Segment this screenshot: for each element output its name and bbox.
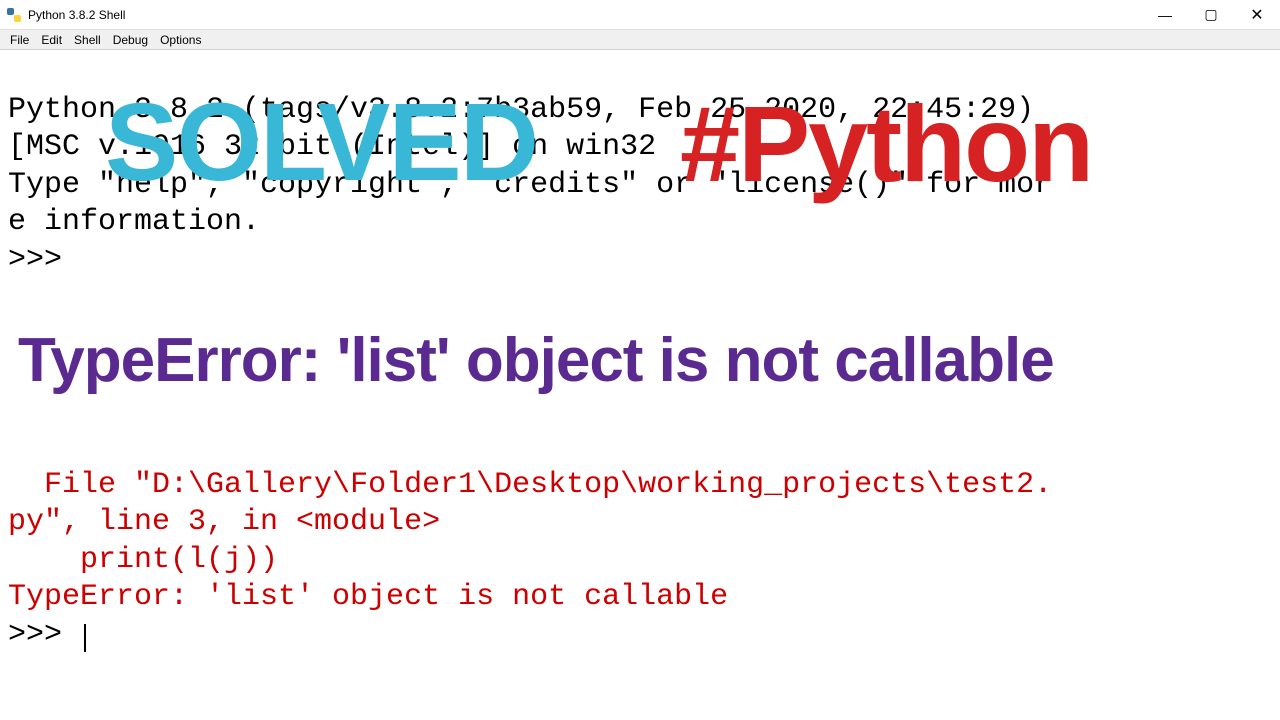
banner-line-3a: Type "help", "copyright", "credits" or "… (8, 168, 1052, 202)
maximize-button[interactable]: ▢ (1188, 0, 1234, 29)
close-button[interactable]: ✕ (1234, 0, 1280, 29)
traceback-file-line-a: File "D:\Gallery\Folder1\Desktop\working… (8, 468, 1052, 502)
menu-shell[interactable]: Shell (74, 33, 101, 47)
blank-line (8, 280, 26, 314)
banner-line-1: Python 3.8.2 (tags/v3.8.2:7b3ab59, Feb 2… (8, 93, 1034, 127)
minimize-button[interactable]: — (1142, 0, 1188, 29)
traceback-file-line-b: py", line 3, in <module> (8, 505, 440, 539)
menu-edit[interactable]: Edit (41, 33, 62, 47)
traceback-error-line: TypeError: 'list' object is not callable (8, 580, 728, 614)
prompt-1: >>> (8, 243, 80, 277)
python-icon (6, 7, 22, 23)
overlay-error-headline: TypeError: 'list' object is not callable (18, 300, 1280, 422)
prompt-2: >>> (8, 618, 80, 652)
window-title: Python 3.8.2 Shell (28, 8, 125, 22)
titlebar-left: Python 3.8.2 Shell (0, 7, 1142, 23)
banner-line-2: [MSC v.1916 32 bit (Intel)] on win32 (8, 130, 656, 164)
blank-line-2 (8, 318, 26, 352)
menu-file[interactable]: File (10, 33, 29, 47)
window-titlebar: Python 3.8.2 Shell — ▢ ✕ (0, 0, 1280, 30)
banner-line-3b: e information. (8, 205, 260, 239)
idle-shell-output[interactable]: Python 3.8.2 (tags/v3.8.2:7b3ab59, Feb 2… (0, 50, 1280, 720)
menubar: File Edit Shell Debug Options (0, 30, 1280, 50)
text-cursor (84, 624, 86, 652)
menu-options[interactable]: Options (160, 33, 201, 47)
window-controls: — ▢ ✕ (1142, 0, 1280, 29)
blank-line-5 (8, 430, 26, 464)
traceback-code-line: print(l(j)) (8, 543, 278, 577)
blank-line-4 (8, 393, 26, 427)
blank-line-3 (8, 355, 26, 389)
menu-debug[interactable]: Debug (113, 33, 148, 47)
